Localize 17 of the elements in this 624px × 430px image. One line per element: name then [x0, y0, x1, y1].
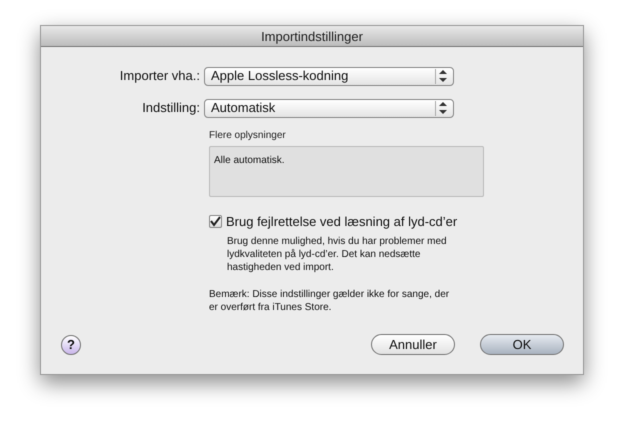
- field-label: Indstilling:: [141, 99, 201, 118]
- option-description: Brug denne mulighed, hvis du har problemer med lydkvaliteten på lyd-cd’er. Det kan nedsætte hastigheden ved import.: [226, 234, 448, 274]
- checkbox[interactable]: [209, 215, 222, 228]
- section-label: Flere oplysninger: [209, 129, 287, 143]
- stepper-icon: [439, 70, 447, 82]
- window-title: Importindstillinger: [41, 26, 583, 47]
- field-label: Importer vha.:: [118, 67, 201, 86]
- check-icon: [210, 216, 221, 228]
- stepper-icon: [439, 102, 447, 114]
- dialog-button[interactable]: Annuller: [371, 334, 455, 355]
- popup-menu[interactable]: Apple Lossless-kodning: [204, 66, 454, 86]
- checkbox-option[interactable]: Brug fejlrettelse ved læsning af lyd-cd’er: [209, 212, 583, 232]
- popup-menu[interactable]: Automatisk: [204, 98, 454, 118]
- help-button[interactable]: ?: [61, 334, 81, 354]
- info-box: Alle automatisk.: [209, 146, 484, 197]
- dialog-button[interactable]: OK: [480, 334, 564, 355]
- note-text: Bemærk: Disse indstillinger gælder ikke for sange, der er overført fra iTunes Store.: [209, 288, 450, 314]
